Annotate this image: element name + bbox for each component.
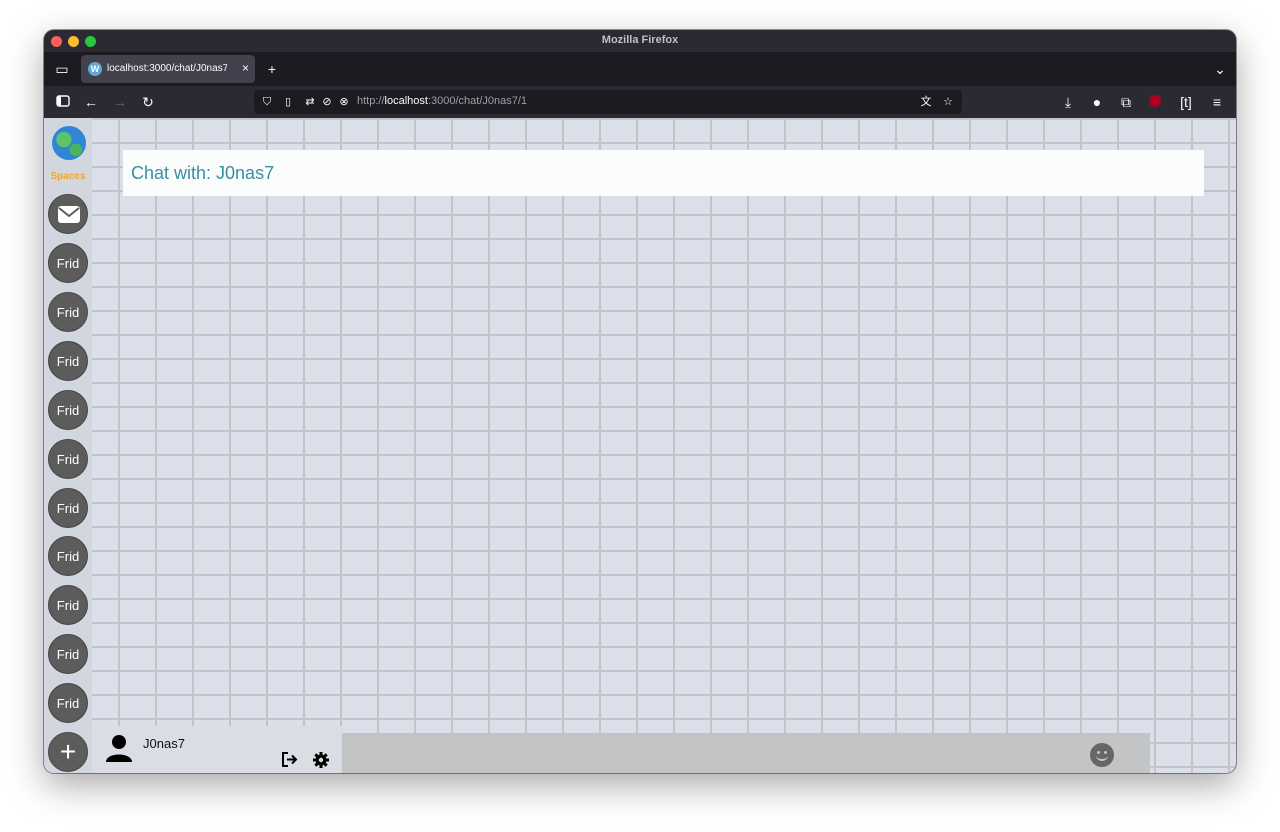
space-button[interactable]: Frid xyxy=(48,390,88,430)
reload-icon[interactable]: ↻ xyxy=(138,92,158,112)
space-button[interactable]: Frid xyxy=(48,292,88,332)
microphone-blocked-icon[interactable]: ⊗ xyxy=(336,93,352,111)
title-bar: Mozilla Firefox xyxy=(44,30,1236,52)
tab-close-icon[interactable]: × xyxy=(242,61,249,75)
translate-extension-icon[interactable]: [t] xyxy=(1176,92,1196,112)
messages-button[interactable] xyxy=(48,194,88,234)
globe-icon[interactable] xyxy=(52,126,86,160)
spaces-label: Spaces xyxy=(50,171,86,182)
emoji-icon[interactable] xyxy=(1090,743,1114,767)
url-text[interactable]: http://localhost:3000/chat/J0nas7/1 xyxy=(357,95,527,107)
user-panel: J0nas7 xyxy=(92,726,342,773)
url-bar[interactable]: ⛉ ▯ ⇄ ⊘ ⊗ http://localhost:3000/chat/J0n… xyxy=(254,90,962,114)
browser-window: Mozilla Firefox ▭ W localhost:3000/chat/… xyxy=(44,30,1236,773)
back-icon[interactable]: ← xyxy=(81,92,101,112)
tab-active[interactable]: W localhost:3000/chat/J0nas7/1 × xyxy=(81,55,255,83)
ublock-icon[interactable] xyxy=(1145,92,1165,112)
sidebar-toggle-icon[interactable] xyxy=(53,92,73,112)
space-button[interactable]: Frid xyxy=(48,536,88,576)
camera-blocked-icon[interactable]: ⊘ xyxy=(319,93,335,111)
page-info-icon[interactable]: ▯ xyxy=(280,93,296,111)
wordpress-icon: W xyxy=(88,62,102,76)
tab-overview-icon[interactable]: ▭ xyxy=(52,59,72,79)
page-content: Spaces Frid Frid Frid Frid Frid Frid Fri… xyxy=(44,118,1236,773)
space-button[interactable]: Frid xyxy=(48,585,88,625)
space-button[interactable]: Frid xyxy=(48,243,88,283)
new-tab-button[interactable]: + xyxy=(262,59,282,79)
space-button[interactable]: Frid xyxy=(48,634,88,674)
tab-label: localhost:3000/chat/J0nas7/1 xyxy=(107,63,227,74)
message-input-bar[interactable] xyxy=(342,733,1150,773)
envelope-icon xyxy=(58,206,80,223)
forward-icon[interactable]: → xyxy=(110,92,130,112)
page-title: Chat with: J0nas7 xyxy=(131,163,275,183)
space-button[interactable]: Frid xyxy=(48,439,88,479)
window-title: Mozilla Firefox xyxy=(601,34,679,46)
extensions-icon[interactable]: ⧉ xyxy=(1116,92,1136,112)
spaces-sidebar: Spaces Frid Frid Frid Frid Frid Frid Fri… xyxy=(44,118,92,773)
space-button[interactable]: Frid xyxy=(48,488,88,528)
space-button[interactable]: Frid xyxy=(48,341,88,381)
chat-header: Chat with: J0nas7 xyxy=(123,150,1204,196)
logout-icon[interactable] xyxy=(281,752,298,767)
gear-icon[interactable] xyxy=(313,752,329,768)
add-space-button[interactable]: + xyxy=(48,732,88,772)
menu-icon[interactable]: ≡ xyxy=(1207,92,1227,112)
translate-icon[interactable]: 文 xyxy=(918,93,934,111)
tab-strip: ▭ W localhost:3000/chat/J0nas7/1 × + ⌄ xyxy=(44,52,1236,86)
username: J0nas7 xyxy=(143,736,185,751)
downloads-icon[interactable]: ⤓ xyxy=(1058,92,1078,112)
navigation-bar: ← → ↻ ⛉ ▯ ⇄ ⊘ ⊗ http://localhost:3000/ch… xyxy=(44,86,1236,118)
space-button[interactable]: Frid xyxy=(48,683,88,723)
bookmark-star-icon[interactable]: ☆ xyxy=(940,93,956,111)
permissions-icon[interactable]: ⇄ xyxy=(302,93,318,111)
list-all-tabs-icon[interactable]: ⌄ xyxy=(1210,59,1230,79)
shield-icon[interactable]: ⛉ xyxy=(259,93,275,111)
user-avatar-icon xyxy=(106,735,132,762)
account-icon[interactable]: ● xyxy=(1087,92,1107,112)
